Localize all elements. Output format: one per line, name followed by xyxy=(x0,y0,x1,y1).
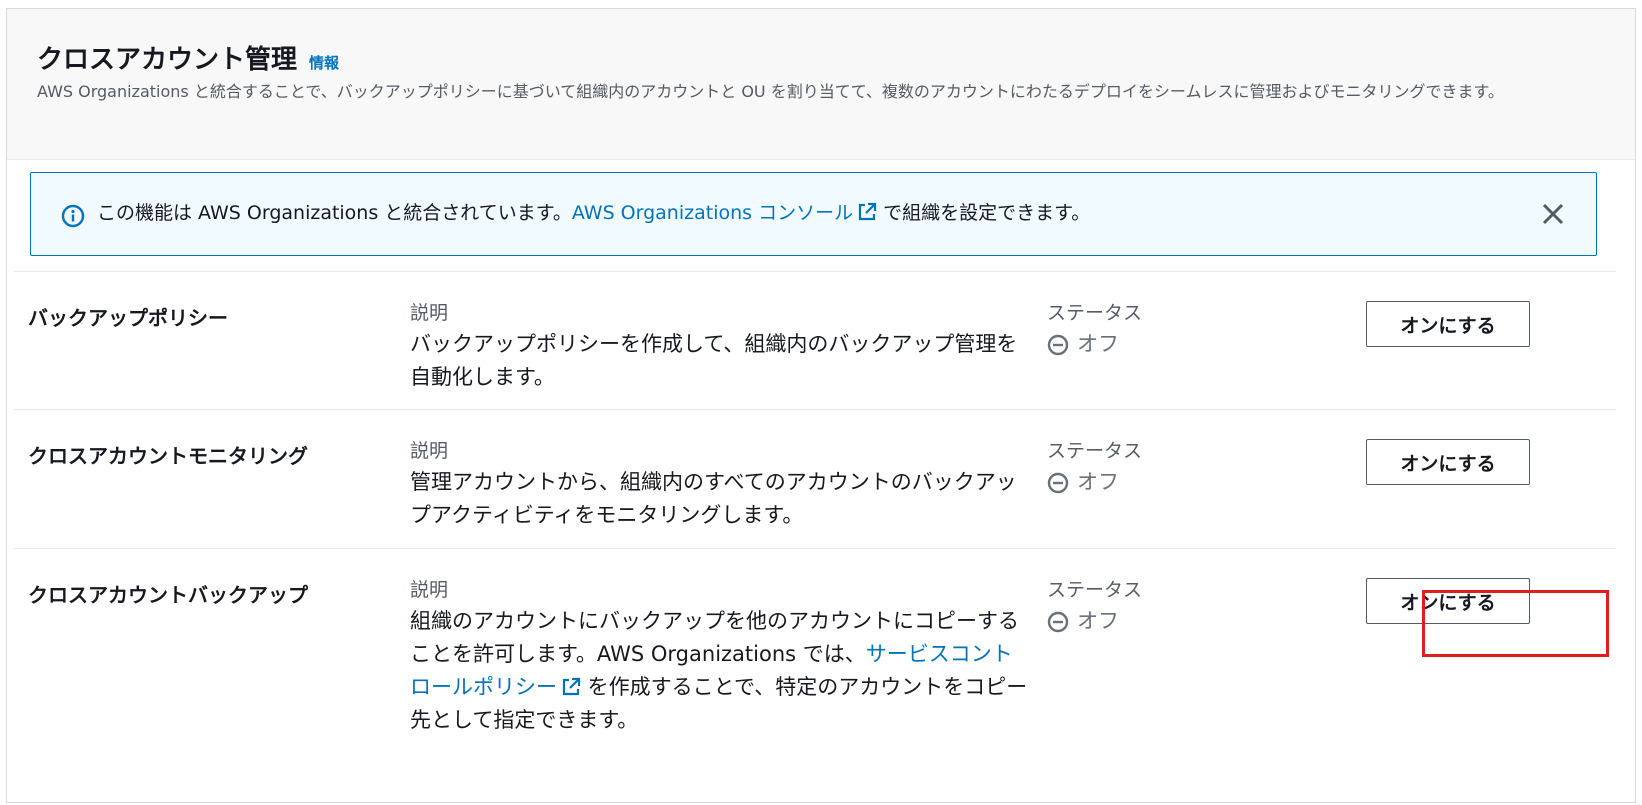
alert-text-after: で組織を設定できます。 xyxy=(877,202,1091,224)
description-column: 説明 バックアップポリシーを作成して、組織内のバックアップ管理を自動化します。 xyxy=(410,298,1030,394)
organizations-console-link-label[interactable]: AWS Organizations コンソール xyxy=(572,202,853,224)
description-column: 説明 管理アカウントから、組織内のすべてのアカウントのバックアップアクティビティ… xyxy=(410,436,1030,532)
status-value: オフ xyxy=(1047,605,1142,638)
status-off-icon xyxy=(1047,334,1069,355)
page-title: クロスアカウント管理 xyxy=(37,45,298,75)
description-text: 組織のアカウントにバックアップを他のアカウントにコピーすることを許可します。AW… xyxy=(410,605,1030,737)
status-text: オフ xyxy=(1077,332,1119,356)
external-link-icon xyxy=(562,677,581,696)
close-icon[interactable] xyxy=(1540,201,1566,227)
status-label: ステータス xyxy=(1047,440,1143,462)
info-link[interactable]: 情報 xyxy=(309,52,339,73)
description-text: バックアップポリシーを作成して、組織内のバックアップ管理を自動化します。 xyxy=(410,332,1018,389)
info-alert: この機能は AWS Organizations と統合されています。AWS Or… xyxy=(30,172,1597,256)
external-link-icon xyxy=(858,202,877,221)
feature-title: クロスアカウントバックアップ xyxy=(28,583,308,607)
description-label: 説明 xyxy=(410,579,449,601)
status-label: ステータス xyxy=(1047,302,1143,324)
status-label: ステータス xyxy=(1047,579,1143,601)
info-icon xyxy=(61,204,85,228)
feature-row-cross-account-backup: クロスアカウントバックアップ 説明 組織のアカウントにバックアップを他のアカウン… xyxy=(14,548,1616,749)
status-text: オフ xyxy=(1077,470,1119,494)
feature-title: バックアップポリシー xyxy=(28,306,228,330)
status-text: オフ xyxy=(1077,609,1119,633)
status-column: ステータス オフ xyxy=(1047,298,1142,361)
turn-on-backup-policy-button[interactable]: オンにする xyxy=(1366,301,1530,347)
header-description: AWS Organizations と統合することで、バックアップポリシーに基づ… xyxy=(37,82,1504,101)
feature-title: クロスアカウントモニタリング xyxy=(28,444,308,468)
description-text: 管理アカウントから、組織内のすべてのアカウントのバックアップアクティビティをモニ… xyxy=(410,470,1017,527)
feature-row-cross-account-monitoring: クロスアカウントモニタリング 説明 管理アカウントから、組織内のすべてのアカウン… xyxy=(14,409,1616,549)
status-value: オフ xyxy=(1047,466,1142,499)
panel-header: クロスアカウント管理 情報 AWS Organizations と統合することで… xyxy=(7,9,1635,160)
alert-message: この機能は AWS Organizations と統合されています。AWS Or… xyxy=(97,199,1090,227)
organizations-console-link[interactable]: AWS Organizations コンソール xyxy=(572,202,877,224)
alert-text-before: この機能は AWS Organizations と統合されています。 xyxy=(97,202,572,224)
status-off-icon xyxy=(1047,611,1069,632)
description-label: 説明 xyxy=(410,302,449,324)
title-row: クロスアカウント管理 情報 xyxy=(37,39,339,76)
status-value: オフ xyxy=(1047,328,1142,361)
status-off-icon xyxy=(1047,472,1069,493)
feature-row-backup-policy: バックアップポリシー 説明 バックアップポリシーを作成して、組織内のバックアップ… xyxy=(14,271,1616,410)
turn-on-cross-account-monitoring-button[interactable]: オンにする xyxy=(1366,439,1530,485)
description-column: 説明 組織のアカウントにバックアップを他のアカウントにコピーすることを許可します… xyxy=(410,575,1030,737)
turn-on-cross-account-backup-button[interactable]: オンにする xyxy=(1366,578,1530,624)
description-label: 説明 xyxy=(410,440,449,462)
status-column: ステータス オフ xyxy=(1047,575,1142,638)
status-column: ステータス オフ xyxy=(1047,436,1142,499)
